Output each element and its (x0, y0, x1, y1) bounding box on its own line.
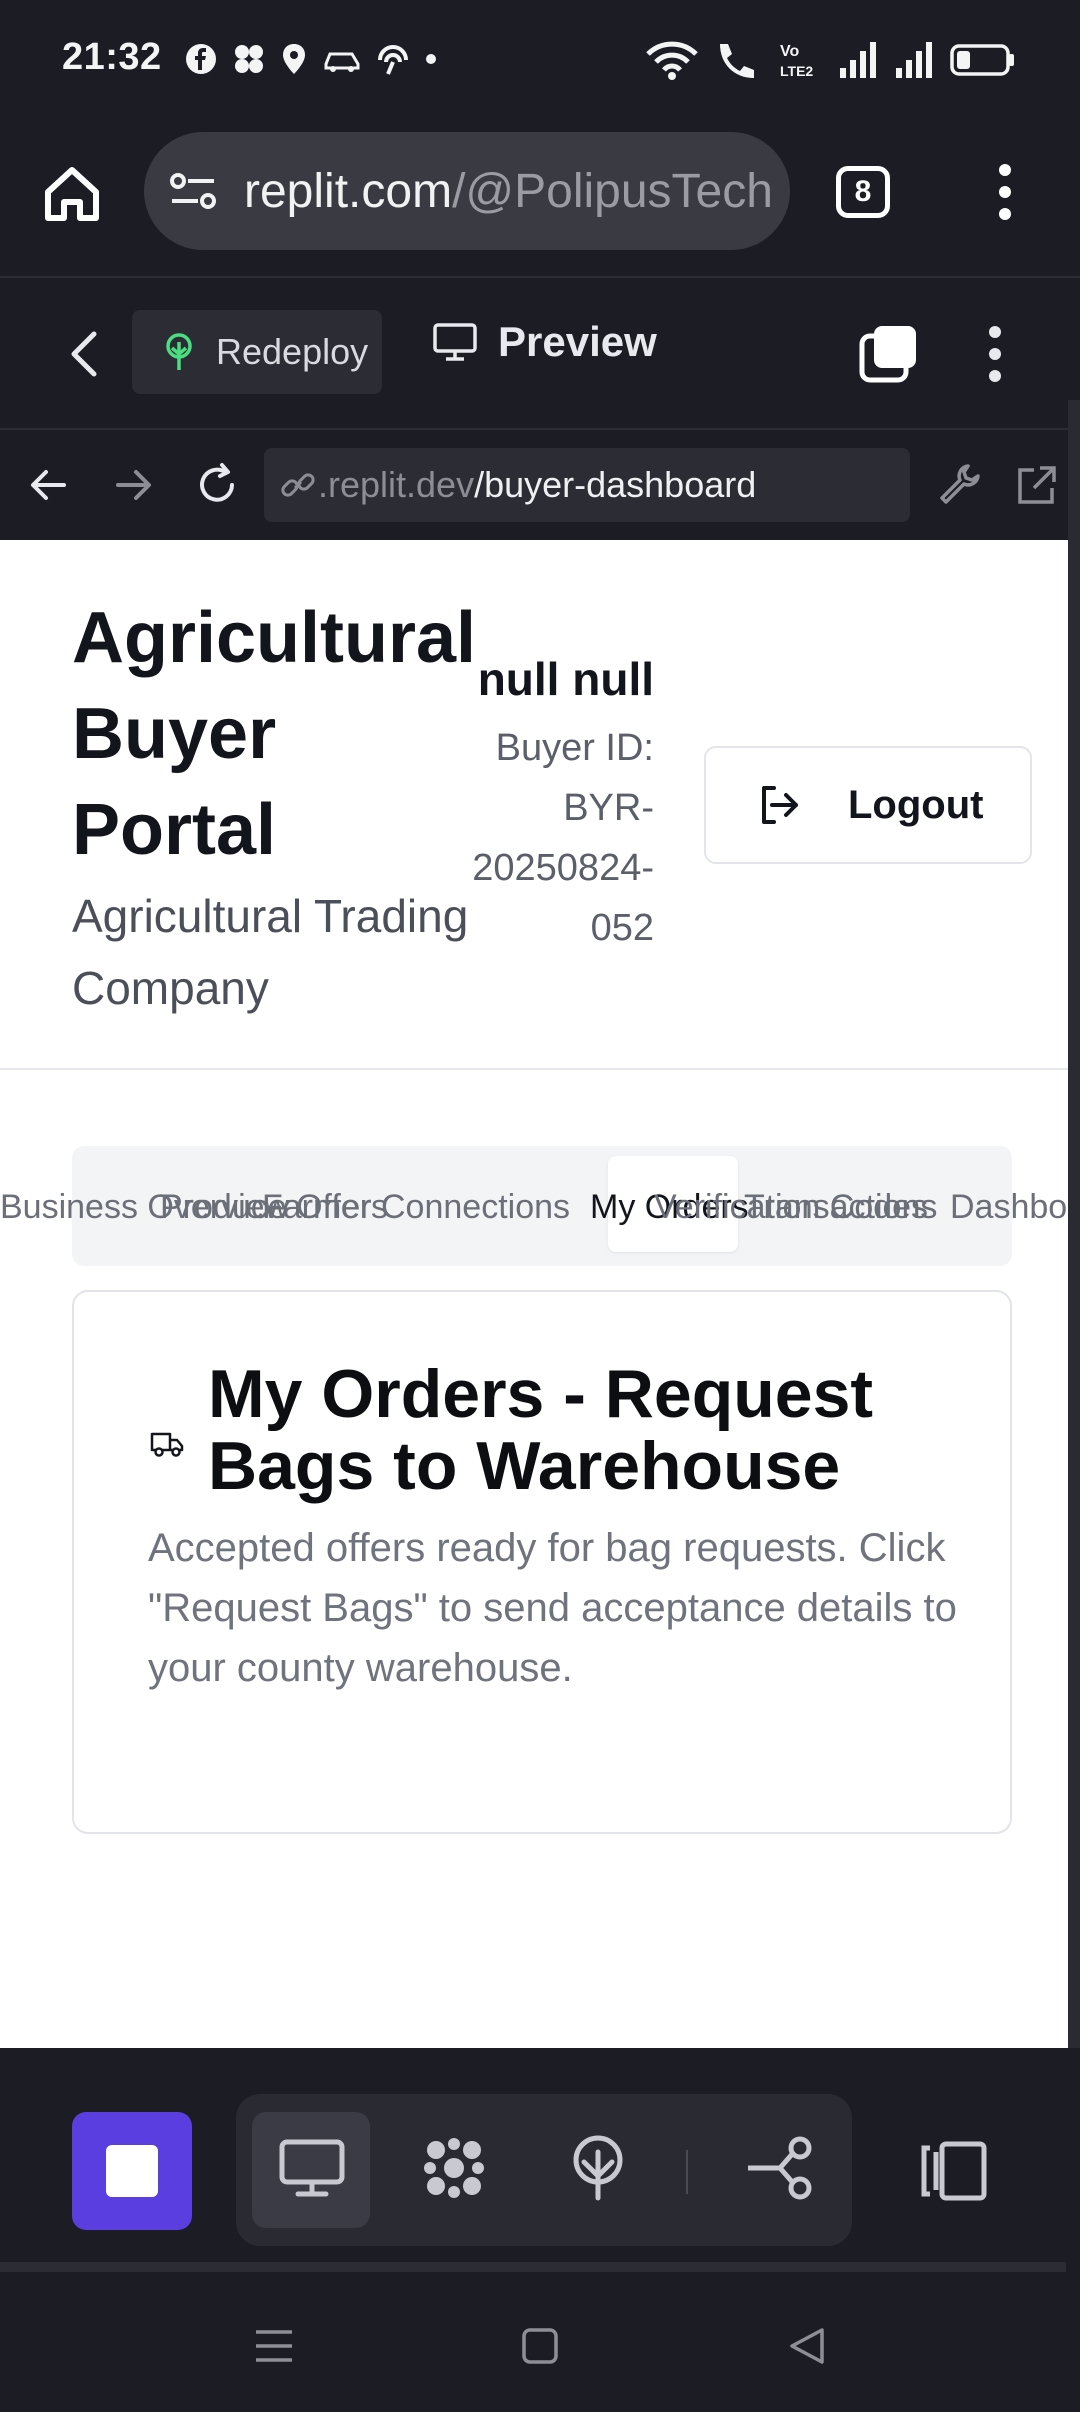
car-icon (324, 52, 360, 72)
notification-icons (184, 42, 438, 76)
back-nav-icon[interactable] (784, 2324, 828, 2368)
page-title: Agricultural Buyer Portal (72, 598, 477, 870)
system-navigation-bar (0, 2278, 1080, 2412)
tabs-overview-icon[interactable] (858, 322, 920, 384)
logout-button[interactable]: Logout (704, 746, 1032, 864)
status-time: 21:32 (62, 36, 162, 78)
redeploy-button[interactable]: Redeploy (132, 310, 382, 394)
tab-farmer-connections[interactable]: Farmer Connections (262, 1188, 570, 1227)
wrench-icon[interactable] (934, 460, 984, 510)
deploy-tree-icon (166, 333, 192, 370)
preview-label: Preview (498, 318, 657, 365)
signal-strength-1-icon (840, 42, 876, 78)
webview-nav-row: .replit.dev/buyer-dashboard (0, 430, 1080, 540)
user-name: null null (477, 653, 654, 705)
reload-icon[interactable] (192, 460, 242, 510)
home-icon[interactable] (40, 162, 104, 226)
link-icon (281, 473, 315, 497)
site-settings-icon[interactable] (166, 163, 222, 219)
tool-separator (686, 2150, 688, 2194)
stop-button[interactable] (72, 2112, 192, 2230)
arrow-left-icon[interactable] (24, 460, 74, 510)
replit-bottom-bar (0, 2048, 1080, 2268)
browser-toolbar: replit.com/@PolipusTech 8 (0, 124, 1080, 276)
hotspot-icon (378, 45, 408, 75)
open-external-icon[interactable] (1012, 460, 1062, 510)
dashboard-tabs: Business Overview Produce Offers Farmer … (0, 1140, 1068, 1270)
card-description: Accepted offers ready for bag requests. … (148, 1526, 957, 1690)
card-title: My Orders - Request Bags to Warehouse (208, 1356, 874, 1504)
webview-url-field[interactable]: .replit.dev/buyer-dashboard (264, 448, 910, 522)
stop-icon (106, 2145, 158, 2197)
dot-icon (426, 54, 436, 64)
buyer-id: Buyer ID: BYR-20250824-052 (472, 727, 654, 949)
recent-apps-icon[interactable] (252, 2324, 296, 2368)
system-icons: Vo LTE2 (646, 40, 1016, 80)
svg-text:LTE2: LTE2 (780, 63, 813, 79)
replit-menu-icon[interactable] (980, 322, 1010, 386)
webview-url-host: .replit.dev (318, 464, 475, 505)
preview-tab[interactable]: Preview (432, 318, 657, 366)
buyer-dashboard-page: Agricultural Buyer Portal Agricultural T… (0, 540, 1068, 2048)
monitor-icon (433, 323, 477, 361)
redeploy-label: Redeploy (216, 331, 369, 372)
back-chevron-icon[interactable] (64, 326, 104, 382)
address-bar[interactable]: replit.com/@PolipusTech (144, 132, 790, 250)
battery-icon (950, 44, 1014, 76)
url-host: replit.com (244, 164, 453, 218)
facebook-icon (186, 44, 216, 74)
volte-icon: Vo LTE2 (780, 43, 813, 79)
scrollbar-track[interactable] (1068, 400, 1080, 2230)
panel-toggle-icon[interactable] (916, 2140, 988, 2202)
signal-strength-2-icon (896, 42, 932, 78)
tab-verification-codes[interactable]: Verification Codes (654, 1188, 928, 1227)
company-name: Agricultural Trading Company (72, 890, 469, 1014)
deployments-icon[interactable] (562, 2132, 634, 2204)
tab-dashboard[interactable]: Dashboard (950, 1188, 1068, 1227)
scroll-indicator (0, 2262, 1066, 2272)
status-bar: 21:32 Vo LTE2 (0, 0, 1080, 124)
header-divider (0, 1068, 1068, 1070)
browser-menu-icon[interactable] (990, 160, 1020, 224)
address-text[interactable]: replit.com/@PolipusTech (244, 164, 784, 219)
wifi-calling-icon (720, 44, 754, 78)
logout-label: Logout (848, 782, 984, 827)
tool-group (236, 2094, 852, 2246)
replit-toolbar: Redeploy Preview (0, 278, 1080, 428)
tab-switcher-button[interactable]: 8 (836, 166, 890, 218)
location-pin-icon (283, 44, 305, 74)
arrow-right-icon[interactable] (108, 460, 158, 510)
clover-app-icon (235, 45, 263, 73)
my-orders-card: My Orders - Request Bags to Warehouse Ac… (72, 1290, 1012, 1834)
svg-text:Vo: Vo (780, 43, 799, 60)
logout-icon (762, 786, 798, 824)
preview-monitor-icon[interactable] (276, 2132, 348, 2204)
url-path: /@PolipusTech (452, 164, 773, 218)
webview-url-path: /buyer-dashboard (474, 464, 757, 505)
wifi-icon (646, 41, 698, 80)
agent-icon[interactable] (418, 2132, 490, 2204)
truck-icon (150, 1432, 184, 1457)
git-branch-icon[interactable] (744, 2132, 816, 2204)
home-nav-icon[interactable] (518, 2324, 562, 2368)
